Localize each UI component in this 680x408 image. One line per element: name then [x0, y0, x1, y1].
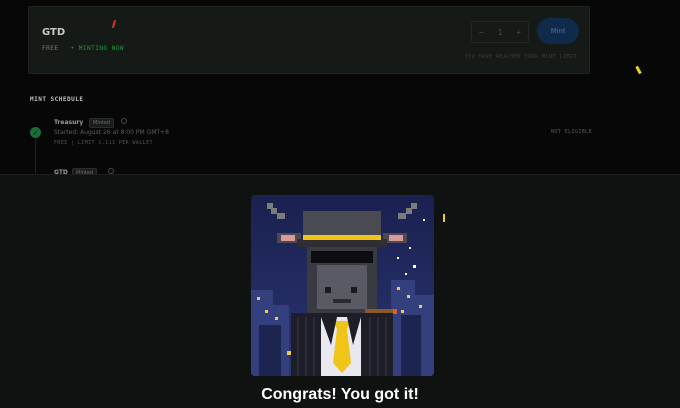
card-subtitle: FREE • MINTING NOW — [42, 45, 124, 52]
card-title: GTD — [42, 27, 66, 38]
confetti-piece — [443, 214, 445, 222]
phase-name: Treasury — [54, 119, 84, 126]
decrement-button[interactable]: − — [479, 28, 484, 37]
nft-image — [251, 195, 434, 376]
info-icon[interactable] — [121, 118, 127, 124]
quantity-value: 1 — [497, 27, 503, 37]
minting-status: • MINTING NOW — [70, 45, 125, 52]
price-label: FREE — [42, 45, 59, 52]
increment-button[interactable]: + — [516, 28, 521, 37]
eligibility-status: NOT ELIGIBLE — [551, 129, 592, 135]
timeline-line — [35, 139, 36, 173]
gtd-mint-card: GTD FREE • MINTING NOW − 1 + Mint YOU HA… — [28, 6, 590, 74]
mint-limit-note: YOU HAVE REACHED YOUR MINT LIMIT — [464, 54, 577, 60]
check-icon: ✓ — [30, 127, 41, 138]
minted-badge: Minted — [89, 118, 115, 128]
mint-page: GTD FREE • MINTING NOW − 1 + Mint YOU HA… — [0, 0, 680, 408]
quantity-stepper[interactable]: − 1 + — [471, 21, 529, 43]
confetti-piece — [635, 65, 642, 75]
mint-button[interactable]: Mint — [537, 18, 579, 44]
mint-schedule-heading: MINT SCHEDULE — [30, 96, 84, 103]
phase-start-time: Started: August 26 at 8:00 PM GMT+8 — [54, 129, 169, 136]
congrats-message: Congrats! You got it! — [261, 386, 419, 403]
phase-limit: FREE | LIMIT 1,111 PER WALLET — [54, 140, 153, 146]
